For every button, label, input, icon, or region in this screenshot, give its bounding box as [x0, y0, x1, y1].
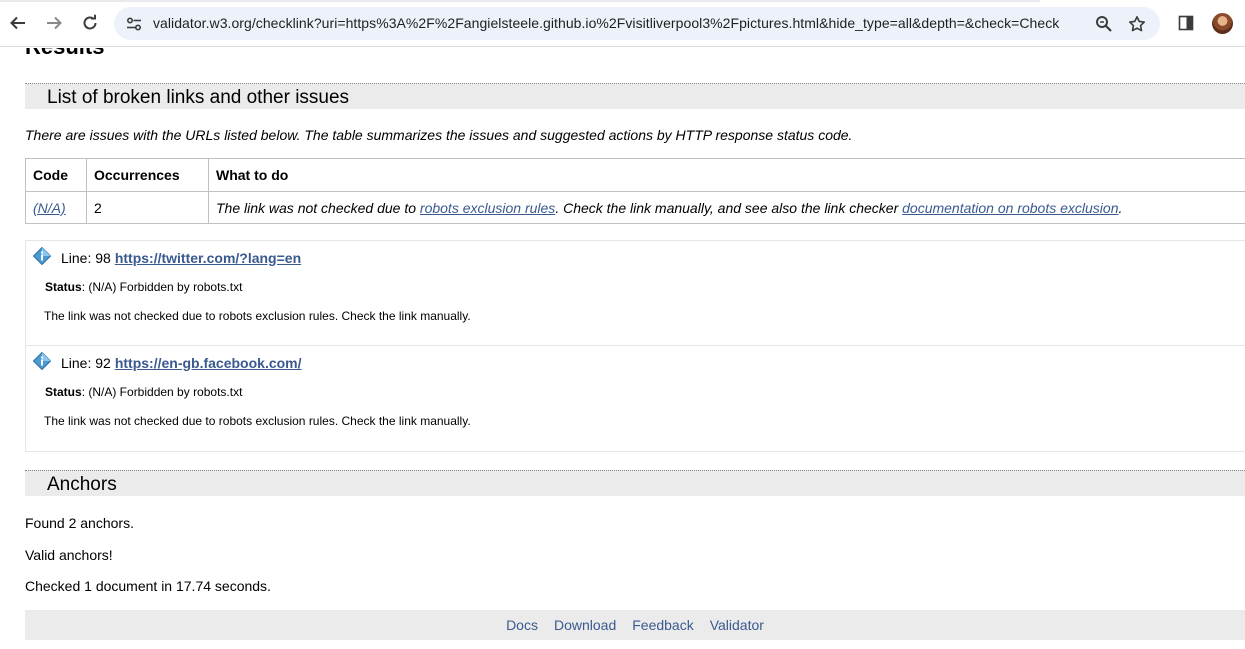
column-header-code: Code — [25, 158, 87, 192]
browser-toolbar: validator.w3.org/checklink?uri=https%3A%… — [0, 0, 1245, 47]
reload-icon[interactable] — [76, 9, 104, 37]
checked-summary-text: Checked 1 document in 17.74 seconds. — [25, 578, 271, 594]
issue-status: Status: (N/A) Forbidden by robots.txt — [45, 280, 242, 294]
anchors-heading: Anchors — [47, 474, 117, 495]
column-header-occurrences: Occurrences — [86, 158, 209, 192]
robots-exclusion-rules-link[interactable]: robots exclusion rules — [420, 200, 555, 216]
broken-links-heading: List of broken links and other issues — [47, 87, 350, 108]
anchors-found-text: Found 2 anchors. — [25, 515, 134, 531]
what-to-do-text-middle: . Check the link manually, and see also … — [555, 199, 903, 216]
url-text[interactable]: validator.w3.org/checklink?uri=https%3A%… — [153, 15, 1059, 31]
what-to-do-text-suffix: . — [1118, 199, 1123, 216]
back-arrow-icon[interactable] — [4, 9, 32, 37]
address-bar[interactable]: validator.w3.org/checklink?uri=https%3A%… — [114, 7, 1160, 40]
issue-message: The link was not checked due to robots e… — [44, 309, 471, 323]
issues-intro-text: There are issues with the URLs listed be… — [25, 127, 853, 143]
tab-strip-edge — [0, 0, 1040, 2]
what-to-do-text-prefix: The link was not checked due to — [216, 199, 420, 216]
footer-feedback-link[interactable]: Feedback — [632, 617, 693, 633]
page-content: Results List of broken links and other i… — [0, 48, 1245, 649]
forward-arrow-icon[interactable] — [40, 9, 68, 37]
issue-status: Status: (N/A) Forbidden by robots.txt — [45, 385, 242, 399]
footer-download-link[interactable]: Download — [554, 617, 616, 633]
robots-exclusion-docs-link[interactable]: documentation on robots exclusion — [902, 200, 1118, 216]
what-to-do-cell: The link was not checked due to robots e… — [208, 191, 1245, 224]
issues-summary-table: Code Occurrences What to do (N/A) 2 The … — [25, 158, 1245, 224]
occurrences-cell: 2 — [86, 191, 209, 224]
site-settings-icon[interactable] — [124, 14, 144, 34]
code-cell: (N/A) — [25, 191, 87, 224]
status-label: Status — [45, 280, 82, 294]
broken-links-section-header: List of broken links and other issues — [25, 83, 1245, 109]
footer-docs-link[interactable]: Docs — [506, 617, 538, 633]
table-row: (N/A) 2 The link was not checked due to … — [25, 191, 1245, 224]
issue-list: Line: 98 https://twitter.com/?lang=en St… — [25, 240, 1245, 452]
issue-heading: Line: 98 https://twitter.com/?lang=en — [32, 246, 301, 268]
table-header-row: Code Occurrences What to do — [25, 158, 1245, 192]
info-diamond-icon — [32, 246, 52, 268]
bookmark-star-icon[interactable] — [1126, 13, 1148, 35]
issue-line-number: Line: 92 — [61, 354, 111, 371]
profile-avatar[interactable] — [1212, 13, 1233, 34]
issue-divider — [26, 345, 1245, 346]
status-value: : (N/A) Forbidden by robots.txt — [81, 280, 243, 294]
footer-validator-link[interactable]: Validator — [710, 617, 764, 633]
anchors-valid-text: Valid anchors! — [25, 547, 113, 563]
status-value: : (N/A) Forbidden by robots.txt — [81, 385, 243, 399]
anchors-section-header: Anchors — [25, 470, 1245, 496]
issue-url-link[interactable]: https://en-gb.facebook.com/ — [115, 355, 302, 371]
issue-line-number: Line: 98 — [61, 249, 111, 266]
status-label: Status — [45, 385, 82, 399]
results-heading: Results — [25, 48, 104, 60]
footer-nav: Docs Download Feedback Validator — [25, 610, 1245, 640]
zoom-icon[interactable] — [1093, 13, 1115, 35]
code-na-link[interactable]: (N/A) — [33, 200, 66, 216]
column-header-what-to-do: What to do — [208, 158, 1245, 192]
info-diamond-icon — [32, 351, 52, 373]
issue-message: The link was not checked due to robots e… — [44, 414, 471, 428]
issue-heading: Line: 92 https://en-gb.facebook.com/ — [32, 351, 302, 373]
issue-url-link[interactable]: https://twitter.com/?lang=en — [115, 250, 301, 266]
side-panel-icon[interactable] — [1176, 13, 1196, 33]
